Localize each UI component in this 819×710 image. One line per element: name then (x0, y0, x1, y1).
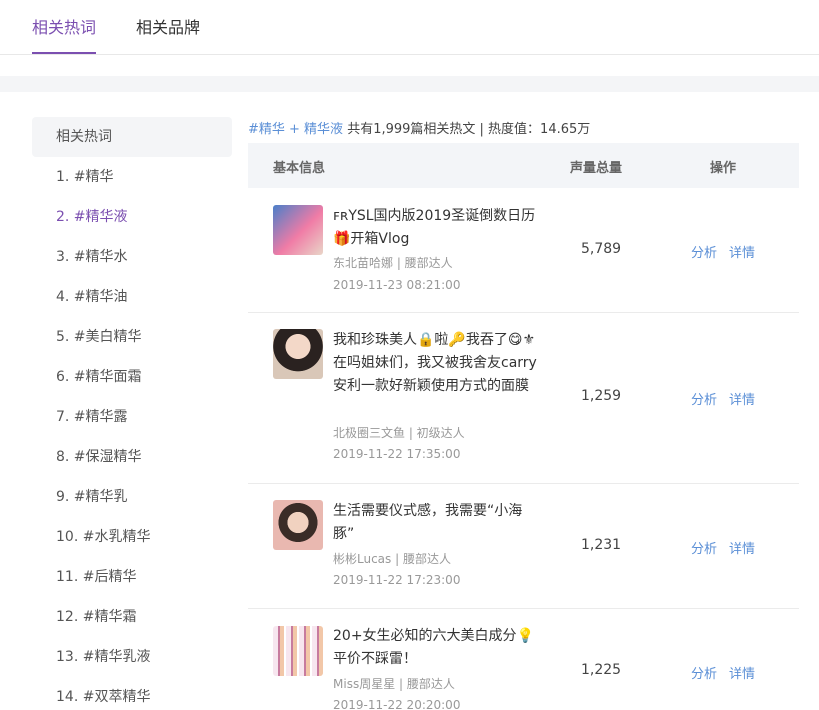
portrait-thumbnail-icon[interactable] (273, 329, 323, 379)
table-row: ꜰʀYSL国内版2019圣诞倒数日历🎁开箱Vlog 东北苗哈娜 | 腰部达人 2… (248, 188, 799, 313)
keyword-sidebar: 相关热词 1. #精华 2. #精华液 3. #精华水 4. #精华油 5. #… (32, 117, 232, 710)
summary-line: #精华 + 精华液 共有1,999篇相关热文 | 热度值：14.65万 (248, 117, 799, 143)
sidebar-item-keyword[interactable]: 7. #精华露 (32, 397, 232, 437)
analyze-link[interactable]: 分析 (691, 538, 717, 557)
detail-link[interactable]: 详情 (729, 242, 755, 261)
table-row: 我和珍珠美人🔒啦🔑我吞了😋⚜在吗姐妹们，我又被我舍友carry安利一款好新颖使用… (248, 313, 799, 484)
volume-value: 1,231 (581, 537, 622, 553)
sidebar-item-keyword[interactable]: 5. #美白精华 (32, 317, 232, 357)
volume-value: 1,225 (581, 662, 622, 678)
summary-stats: 共有1,999篇相关热文 | 热度值：14.65万 (343, 122, 591, 137)
analyze-link[interactable]: 分析 (691, 389, 717, 408)
table-row: 生活需要仪式感，我需要“小海豚” 彬彬Lucas | 腰部达人 2019-11-… (248, 484, 799, 609)
tab-related-keywords[interactable]: 相关热词 (32, 14, 96, 38)
detail-link[interactable]: 详情 (729, 663, 755, 682)
sidebar-item-keyword[interactable]: 6. #精华面霜 (32, 357, 232, 397)
sidebar-item-keyword[interactable]: 1. #精华 (32, 157, 232, 197)
article-panel: #精华 + 精华液 共有1,999篇相关热文 | 热度值：14.65万 基本信息… (248, 117, 799, 710)
article-title[interactable]: 我和珍珠美人🔒啦🔑我吞了😋⚜在吗姐妹们，我又被我舍友carry安利一款好新颖使用… (333, 329, 538, 398)
sidebar-item-keyword[interactable]: 3. #精华水 (32, 237, 232, 277)
sidebar-item-keyword[interactable]: 11. #后精华 (32, 557, 232, 597)
article-author: 北极圈三文鱼 | 初级达人 (333, 426, 465, 440)
article-author: Miss周星星 | 腰部达人 (333, 677, 455, 691)
article-title[interactable]: ꜰʀYSL国内版2019圣诞倒数日历🎁开箱Vlog (333, 205, 538, 251)
portrait-thumbnail-icon[interactable] (273, 500, 323, 550)
column-header-info: 基本信息 (273, 161, 326, 176)
volume-value: 5,789 (581, 241, 622, 257)
tab-related-brands[interactable]: 相关品牌 (136, 14, 200, 38)
sidebar-item-keyword[interactable]: 9. #精华乳 (32, 477, 232, 517)
sidebar-item-keyword[interactable]: 8. #保湿精华 (32, 437, 232, 477)
table-header: 基本信息 声量总量 操作 (248, 143, 799, 188)
column-header-volume[interactable]: 声量总量 (570, 157, 622, 176)
detail-link[interactable]: 详情 (729, 538, 755, 557)
sidebar-item-keyword[interactable]: 4. #精华油 (32, 277, 232, 317)
volume-value: 1,259 (581, 388, 622, 404)
sidebar-item-keyword[interactable]: 12. #精华霜 (32, 597, 232, 637)
article-author: 彬彬Lucas | 腰部达人 (333, 552, 451, 566)
column-header-action: 操作 (710, 161, 737, 176)
products-thumbnail-icon[interactable] (273, 626, 323, 676)
sidebar-item-keyword[interactable]: 14. #双萃精华 (32, 677, 232, 710)
sidebar-header: 相关热词 (32, 117, 232, 157)
article-date: 2019-11-22 17:35:00 (333, 447, 461, 461)
analyze-link[interactable]: 分析 (691, 663, 717, 682)
active-tab-indicator (32, 52, 96, 54)
table-row: 20+女生必知的六大美白成分💡平价不踩雷！ Miss周星星 | 腰部达人 201… (248, 609, 799, 710)
analyze-link[interactable]: 分析 (691, 242, 717, 261)
article-date: 2019-11-23 08:21:00 (333, 278, 461, 292)
detail-link[interactable]: 详情 (729, 389, 755, 408)
section-divider (0, 76, 819, 92)
sidebar-item-keyword[interactable]: 13. #精华乳液 (32, 637, 232, 677)
article-title[interactable]: 20+女生必知的六大美白成分💡平价不踩雷！ (333, 625, 538, 671)
article-title[interactable]: 生活需要仪式感，我需要“小海豚” (333, 500, 538, 546)
tab-bar: 相关热词 相关品牌 (0, 0, 819, 55)
sidebar-item-keyword[interactable]: 10. #水乳精华 (32, 517, 232, 557)
article-author: 东北苗哈娜 | 腰部达人 (333, 256, 453, 270)
article-date: 2019-11-22 20:20:00 (333, 698, 461, 710)
keyword-tag-link[interactable]: #精华 + 精华液 (248, 122, 343, 137)
video-thumbnail-icon[interactable] (273, 205, 323, 255)
sidebar-item-keyword[interactable]: 2. #精华液 (32, 197, 232, 237)
article-date: 2019-11-22 17:23:00 (333, 573, 461, 587)
